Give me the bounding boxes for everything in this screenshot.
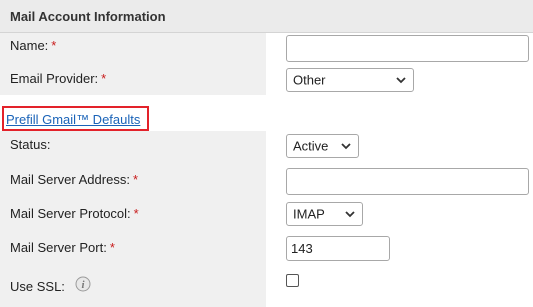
mail-server-address-label: Mail Server Address: *: [10, 172, 138, 187]
chevron-down-icon: [345, 211, 355, 218]
use-ssl-label: Use SSL:: [10, 279, 65, 294]
required-marker: *: [133, 206, 139, 221]
name-label: Name: *: [10, 38, 57, 53]
status-label: Status:: [10, 137, 51, 152]
required-marker: *: [51, 38, 57, 53]
required-marker: *: [132, 172, 138, 187]
status-value: Active: [293, 138, 329, 154]
mail-server-protocol-select[interactable]: IMAP: [286, 202, 363, 226]
section-title: Mail Account Information: [10, 9, 166, 24]
email-provider-label: Email Provider: *: [10, 71, 107, 86]
chevron-down-icon: [341, 143, 351, 150]
use-ssl-checkbox[interactable]: [286, 274, 299, 287]
info-icon[interactable]: i: [75, 276, 91, 292]
mail-server-protocol-label: Mail Server Protocol: *: [10, 206, 139, 221]
prefill-gmail-defaults-link[interactable]: Prefill Gmail™ Defaults: [6, 112, 140, 127]
mail-server-address-input[interactable]: [286, 168, 529, 195]
email-provider-value: Other: [293, 72, 326, 88]
name-input[interactable]: [286, 35, 529, 62]
mail-server-port-label: Mail Server Port: *: [10, 240, 115, 255]
email-provider-select[interactable]: Other: [286, 68, 414, 92]
mail-server-port-input[interactable]: [286, 236, 390, 261]
mail-account-form: Mail Account Information Name: * Email Pr…: [0, 0, 533, 307]
required-marker: *: [109, 240, 115, 255]
required-marker: *: [101, 71, 107, 86]
chevron-down-icon: [396, 77, 406, 84]
mail-server-protocol-value: IMAP: [293, 206, 325, 222]
status-select[interactable]: Active: [286, 134, 359, 158]
section-header: Mail Account Information: [0, 0, 533, 33]
